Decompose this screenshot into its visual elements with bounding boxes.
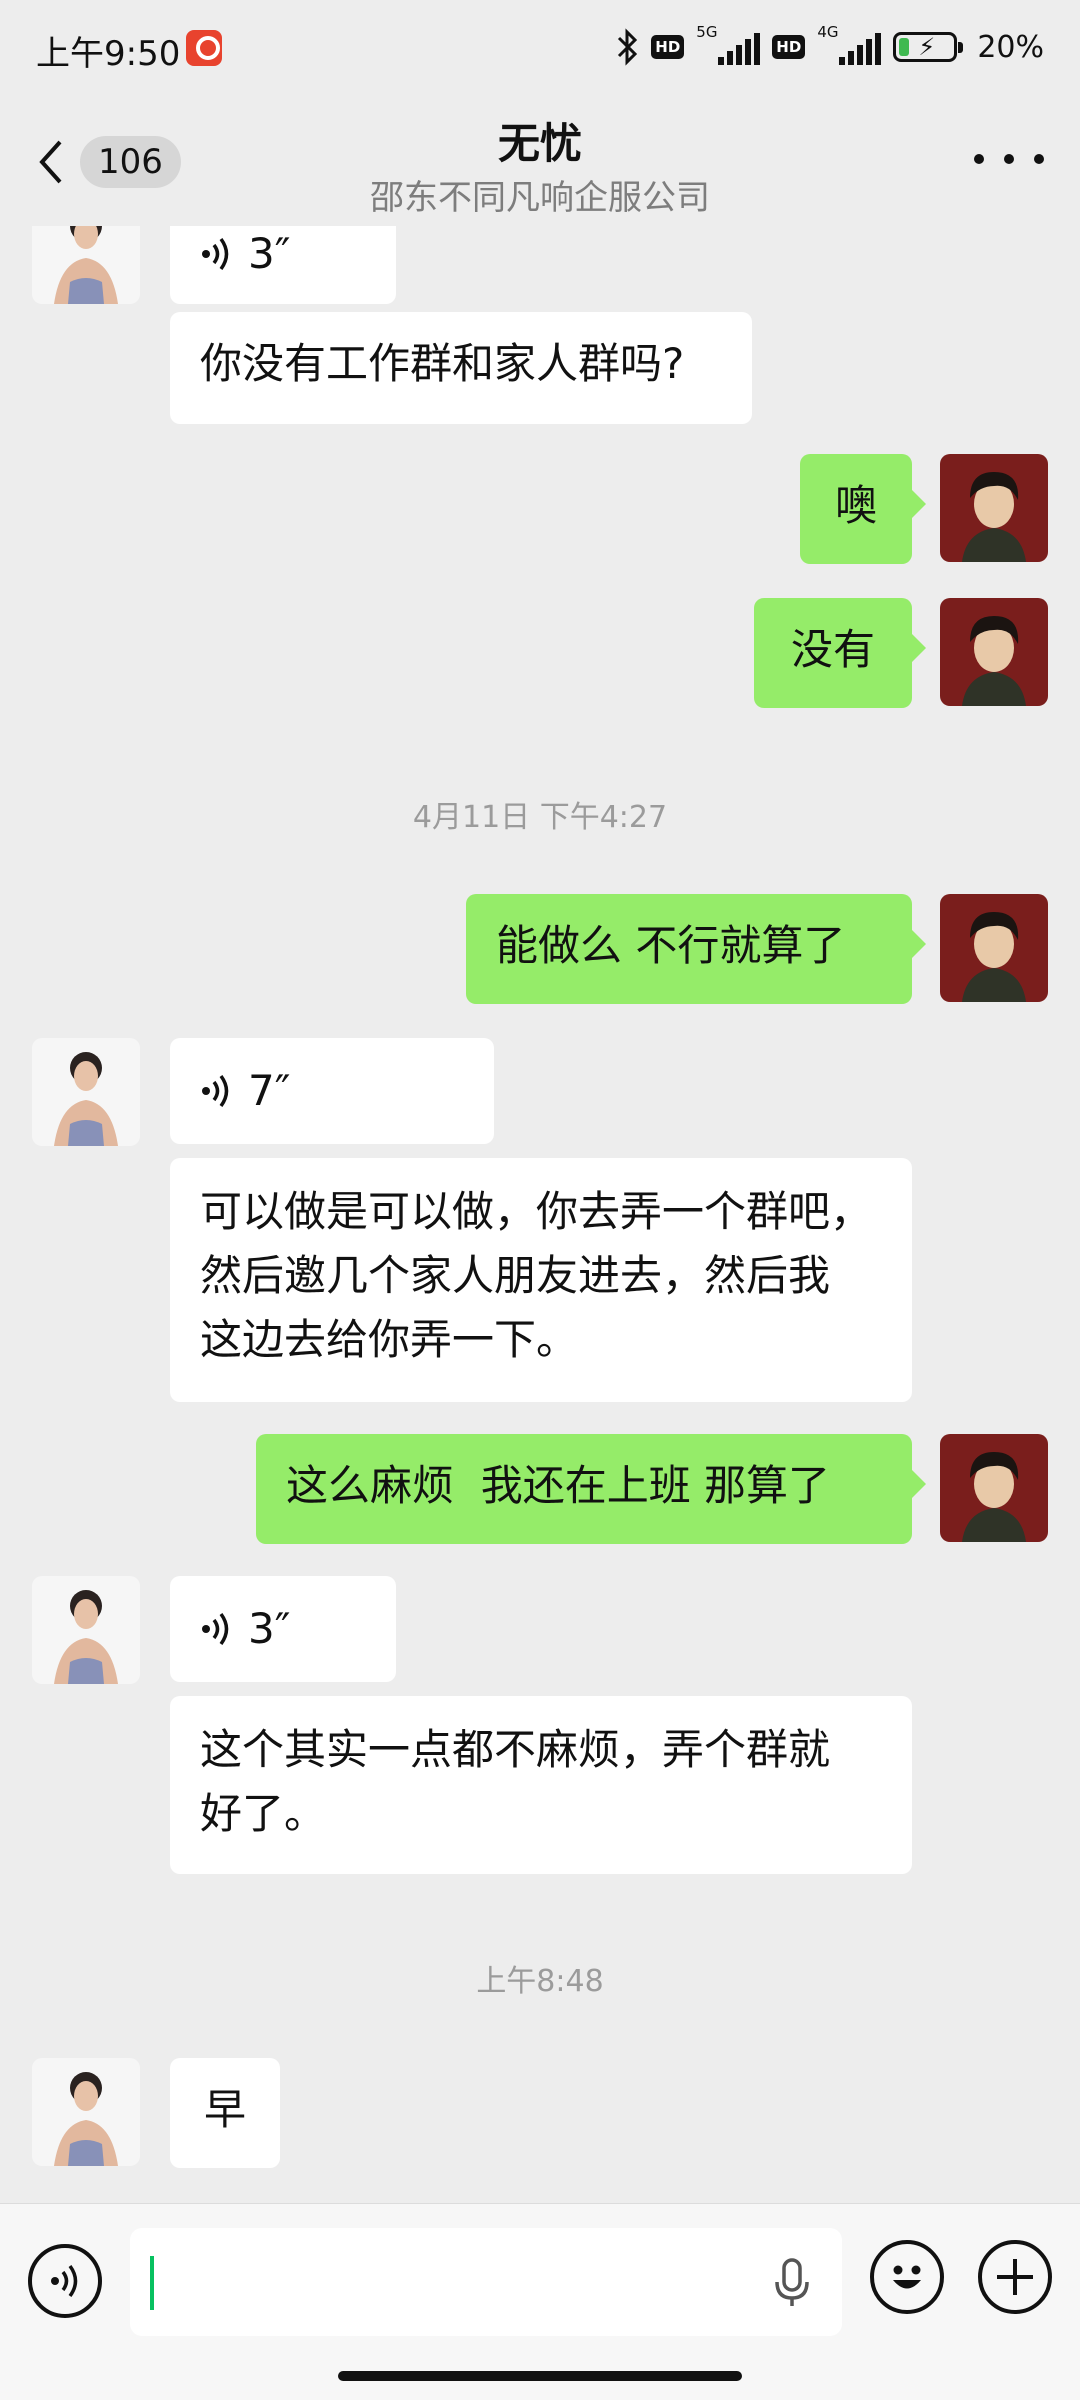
status-time: 上午9:50 (36, 34, 181, 74)
network-type-label: 5G (696, 23, 718, 41)
contact-avatar[interactable] (32, 1038, 140, 1146)
hd-badge: HD (651, 35, 685, 59)
outgoing-text-bubble[interactable]: 能做么 不行就算了 (466, 894, 926, 1004)
incoming-text-bubble[interactable]: 可以做是可以做，你去弄一个群吧， 然后邀几个家人朋友进去，然后我 这边去给你弄一… (170, 1158, 912, 1402)
message-list[interactable]: 3″ 你没有工作群和家人群吗? 噢 没有 4月11日 下午4:27 能做么 不行… (0, 226, 1080, 2203)
voice-duration: 7″ (248, 1066, 291, 1115)
home-indicator[interactable] (338, 2371, 742, 2381)
signal-icon (718, 33, 761, 65)
status-indicators: HD 5G HD 4G ⚡ 20% (615, 22, 1044, 72)
voice-wave-icon (202, 1612, 229, 1646)
microphone-icon[interactable] (772, 2258, 812, 2308)
outgoing-text-bubble[interactable]: 噢 (800, 454, 926, 564)
contact-avatar[interactable] (32, 226, 140, 304)
text-caret (150, 2256, 154, 2310)
outgoing-text-bubble[interactable]: 没有 (754, 598, 926, 708)
user-avatar[interactable] (940, 454, 1048, 562)
chat-screen: 上午9:50 HD 5G HD 4G ⚡ 20% 106 无忧 邵东不同凡响企服… (0, 0, 1080, 2400)
message-row: 早 (0, 2058, 1080, 2168)
battery-level (899, 38, 910, 56)
user-avatar[interactable] (940, 1434, 1048, 1542)
voice-mode-icon (51, 2264, 78, 2298)
network-type-label: 4G (817, 23, 839, 41)
message-row: 没有 (0, 598, 1080, 708)
incoming-text-bubble[interactable]: 你没有工作群和家人群吗? (170, 312, 752, 424)
plus-button[interactable] (978, 2240, 1052, 2314)
message-row: 7″ (0, 1038, 1080, 1148)
message-row: 这么麻烦 我还在上班 那算了 (0, 1434, 1080, 1544)
battery-charging-icon: ⚡ (893, 32, 964, 62)
plus-icon (997, 2259, 1033, 2295)
voice-duration: 3″ (248, 1604, 291, 1653)
bluetooth-icon (618, 28, 638, 66)
incoming-text-bubble[interactable]: 这个其实一点都不麻烦，弄个群就 好了。 (170, 1696, 912, 1874)
emoji-icon (893, 2265, 921, 2289)
voice-duration: 3″ (248, 229, 291, 278)
charging-bolt-icon: ⚡ (918, 33, 936, 61)
more-options-button[interactable] (974, 144, 1044, 174)
carrier-app-icon (186, 30, 222, 66)
hd-badge: HD (772, 35, 806, 59)
chat-title: 无忧 (497, 119, 582, 168)
more-dots-icon (974, 154, 984, 164)
battery-percent: 20% (977, 29, 1044, 65)
message-input[interactable] (130, 2228, 842, 2336)
contact-avatar[interactable] (32, 2058, 140, 2166)
contact-avatar[interactable] (32, 1576, 140, 1684)
chat-timestamp: 上午8:48 (476, 1964, 604, 1999)
outgoing-text-bubble[interactable]: 这么麻烦 我还在上班 那算了 (256, 1434, 926, 1544)
incoming-text-bubble[interactable]: 早 (170, 2058, 280, 2168)
signal-5g: 5G (696, 23, 761, 69)
chat-timestamp: 4月11日 下午4:27 (412, 800, 668, 835)
message-row: 3″ (0, 226, 1080, 326)
emoji-button[interactable] (870, 2240, 944, 2314)
voice-wave-icon (202, 1074, 229, 1108)
message-row: 噢 (0, 454, 1080, 564)
voice-wave-icon (202, 237, 229, 271)
chat-header: 106 无忧 邵东不同凡响企服公司 (0, 100, 1080, 226)
message-row: 3″ (0, 1576, 1080, 1686)
user-avatar[interactable] (940, 894, 1048, 1002)
status-bar: 上午9:50 HD 5G HD 4G ⚡ 20% (0, 0, 1080, 100)
voice-message-bubble[interactable]: 3″ (170, 1576, 396, 1682)
signal-icon (839, 33, 882, 65)
voice-message-bubble[interactable]: 3″ (170, 226, 396, 304)
voice-message-bubble[interactable]: 7″ (170, 1038, 494, 1144)
voice-mode-button[interactable] (28, 2244, 102, 2318)
signal-4g: 4G (817, 23, 882, 69)
message-row: 能做么 不行就算了 (0, 894, 1080, 1004)
chat-subtitle: 邵东不同凡响企服公司 (370, 178, 710, 218)
user-avatar[interactable] (940, 598, 1048, 706)
